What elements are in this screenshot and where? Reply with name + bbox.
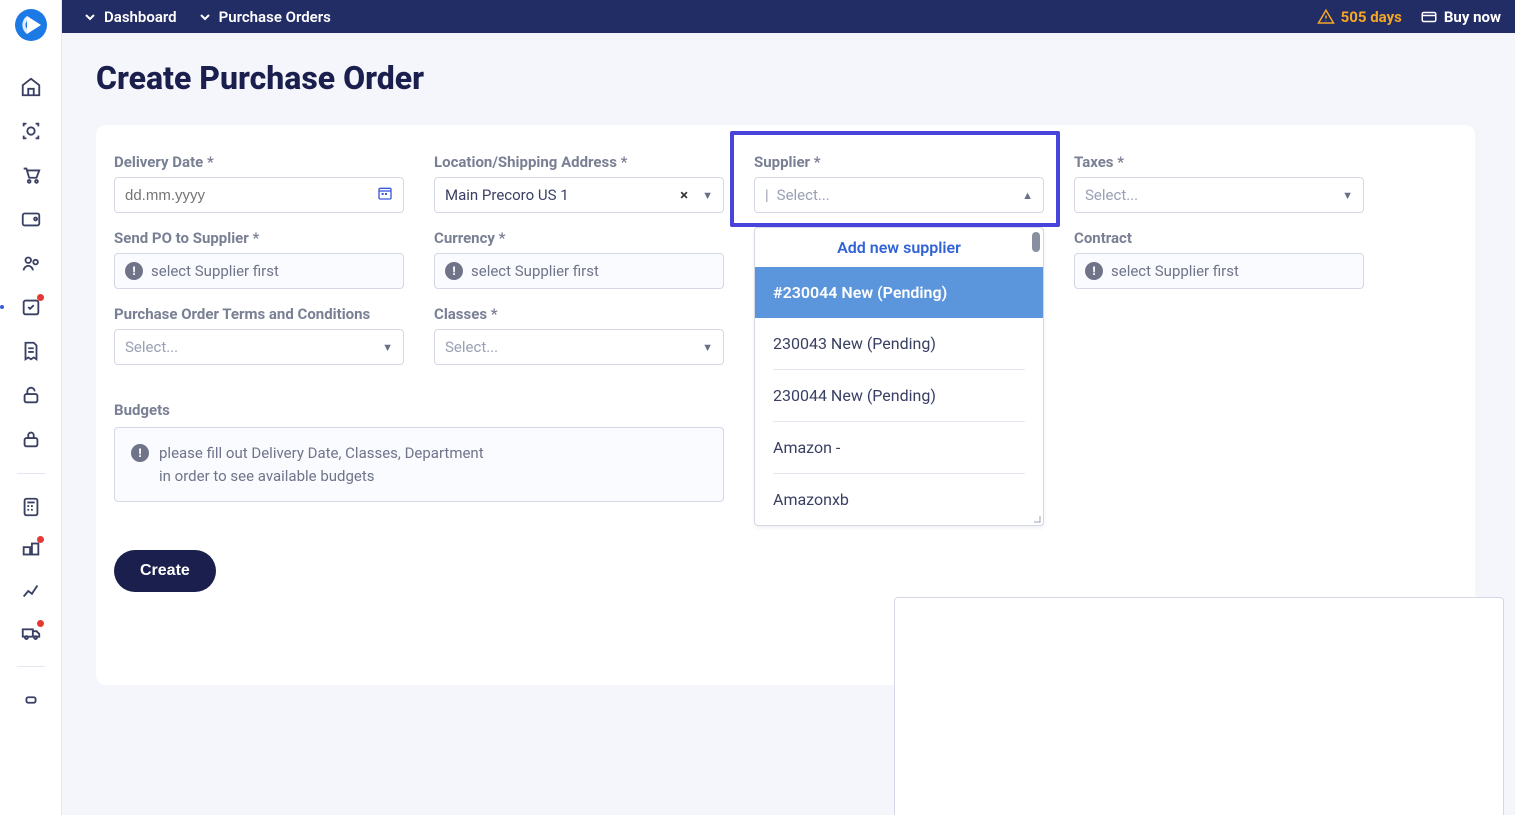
label-send-po: Send PO to Supplier * (114, 229, 404, 247)
budgets-line2: in order to see available budgets (159, 465, 484, 488)
breadcrumb-dashboard[interactable]: Dashboard (84, 8, 177, 26)
lock-icon[interactable] (19, 427, 43, 451)
info-icon: ! (1085, 262, 1103, 280)
clear-icon[interactable]: × (674, 186, 694, 204)
inventory-icon[interactable] (19, 537, 43, 561)
field-taxes: Taxes * Select... ▼ (1074, 153, 1364, 213)
home-icon[interactable] (19, 75, 43, 99)
info-icon: ! (125, 262, 143, 280)
buy-now-label: Buy now (1444, 8, 1501, 26)
wallet-icon[interactable] (19, 207, 43, 231)
shipping-icon[interactable] (19, 621, 43, 645)
terms-placeholder: Select... (125, 338, 374, 356)
cart-icon[interactable] (19, 163, 43, 187)
breadcrumb-label: Purchase Orders (219, 8, 331, 26)
field-classes: Classes * Select... ▼ (434, 305, 724, 365)
info-icon: ! (445, 262, 463, 280)
breadcrumb-po[interactable]: Purchase Orders (199, 8, 331, 26)
contract-input: ! select Supplier first (1074, 253, 1364, 289)
receipt-icon[interactable] (19, 339, 43, 363)
supplier-option[interactable]: #230044 New (Pending) (755, 267, 1043, 318)
field-terms: Purchase Order Terms and Conditions Sele… (114, 305, 404, 365)
create-button[interactable]: Create (114, 550, 216, 592)
budgets-section: Budgets ! please fill out Delivery Date,… (114, 401, 724, 502)
supplier-placeholder: Select... (777, 186, 1014, 204)
chevron-down-icon: ▼ (382, 341, 393, 354)
chevron-down-icon: ▼ (702, 341, 713, 354)
field-currency: Currency * ! select Supplier first (434, 229, 724, 289)
brand-logo[interactable] (13, 7, 49, 43)
label-taxes: Taxes * (1074, 153, 1364, 171)
field-send-po: Send PO to Supplier * ! select Supplier … (114, 229, 404, 289)
scan-icon[interactable] (19, 119, 43, 143)
scroll-handle[interactable] (1032, 232, 1040, 252)
chevron-up-icon: ▲ (1022, 189, 1033, 202)
field-delivery-date: Delivery Date * (114, 153, 404, 213)
label-currency: Currency * (434, 229, 724, 247)
supplier-option[interactable]: Amazonxb (755, 474, 1043, 525)
main-area: Create Purchase Order Delivery Date * Lo… (62, 33, 1515, 815)
left-sidebar (0, 0, 62, 815)
po-icon[interactable] (19, 295, 43, 319)
label-delivery-date: Delivery Date * (114, 153, 404, 171)
location-value: Main Precoro US 1 (445, 186, 666, 204)
chevron-down-icon (199, 11, 211, 23)
supplier-highlight-box: Supplier * | Select... ▲ Add new supplie… (730, 131, 1060, 227)
note-textarea[interactable] (894, 597, 1504, 815)
top-bar: Dashboard Purchase Orders 505 days Buy n… (62, 0, 1515, 33)
warning-icon (1317, 8, 1335, 26)
divider (17, 666, 45, 667)
taxes-placeholder: Select... (1085, 186, 1334, 204)
send-po-input: ! select Supplier first (114, 253, 404, 289)
supplier-select[interactable]: | Select... ▲ (754, 177, 1044, 213)
resize-grip-icon[interactable] (1029, 511, 1041, 523)
field-location: Location/Shipping Address * Main Precoro… (434, 153, 724, 213)
people-icon[interactable] (19, 251, 43, 275)
supplier-dropdown: Add new supplier #230044 New (Pending) 2… (754, 227, 1044, 526)
chevron-down-icon: ▼ (1342, 189, 1353, 202)
terms-select[interactable]: Select... ▼ (114, 329, 404, 365)
delivery-date-text[interactable] (125, 187, 369, 204)
location-select[interactable]: Main Precoro US 1 × ▼ (434, 177, 724, 213)
buy-now-button[interactable]: Buy now (1420, 8, 1501, 26)
label-location: Location/Shipping Address * (434, 153, 724, 171)
label-supplier: Supplier * (754, 153, 1044, 171)
breadcrumb-label: Dashboard (104, 8, 177, 26)
label-classes: Classes * (434, 305, 724, 323)
label-contract: Contract (1074, 229, 1364, 247)
label-terms: Purchase Order Terms and Conditions (114, 305, 404, 323)
send-po-text: select Supplier first (151, 262, 279, 280)
info-icon: ! (131, 444, 149, 462)
lock-open-icon[interactable] (19, 383, 43, 407)
warning-text: 505 days (1341, 8, 1402, 26)
currency-text: select Supplier first (471, 262, 599, 280)
budgets-line1: please fill out Delivery Date, Classes, … (159, 442, 484, 465)
reports-icon[interactable] (19, 579, 43, 603)
contract-text: select Supplier first (1111, 262, 1239, 280)
currency-input: ! select Supplier first (434, 253, 724, 289)
supplier-option[interactable]: 230044 New (Pending) (755, 370, 1043, 421)
budgets-info-box: ! please fill out Delivery Date, Classes… (114, 427, 724, 502)
supplier-cursor: | (765, 186, 769, 204)
chevron-down-icon: ▼ (702, 189, 713, 202)
chevron-down-icon (84, 11, 96, 23)
classes-select[interactable]: Select... ▼ (434, 329, 724, 365)
card-icon (1420, 8, 1438, 26)
more-icon[interactable] (19, 688, 43, 712)
supplier-option[interactable]: Amazon - (755, 422, 1043, 473)
field-supplier: Supplier * | Select... ▲ Add new supplie… (754, 153, 1044, 213)
supplier-option[interactable]: 230043 New (Pending) (755, 318, 1043, 369)
add-new-supplier-link[interactable]: Add new supplier (755, 228, 1043, 267)
calc-icon[interactable] (19, 495, 43, 519)
calendar-icon[interactable] (377, 185, 393, 205)
field-contract: Contract ! select Supplier first (1074, 229, 1364, 289)
classes-placeholder: Select... (445, 338, 694, 356)
trial-warning[interactable]: 505 days (1317, 8, 1402, 26)
page-title: Create Purchase Order (96, 59, 1475, 97)
divider (17, 473, 45, 474)
budgets-label: Budgets (114, 401, 724, 419)
taxes-select[interactable]: Select... ▼ (1074, 177, 1364, 213)
delivery-date-input[interactable] (114, 177, 404, 213)
